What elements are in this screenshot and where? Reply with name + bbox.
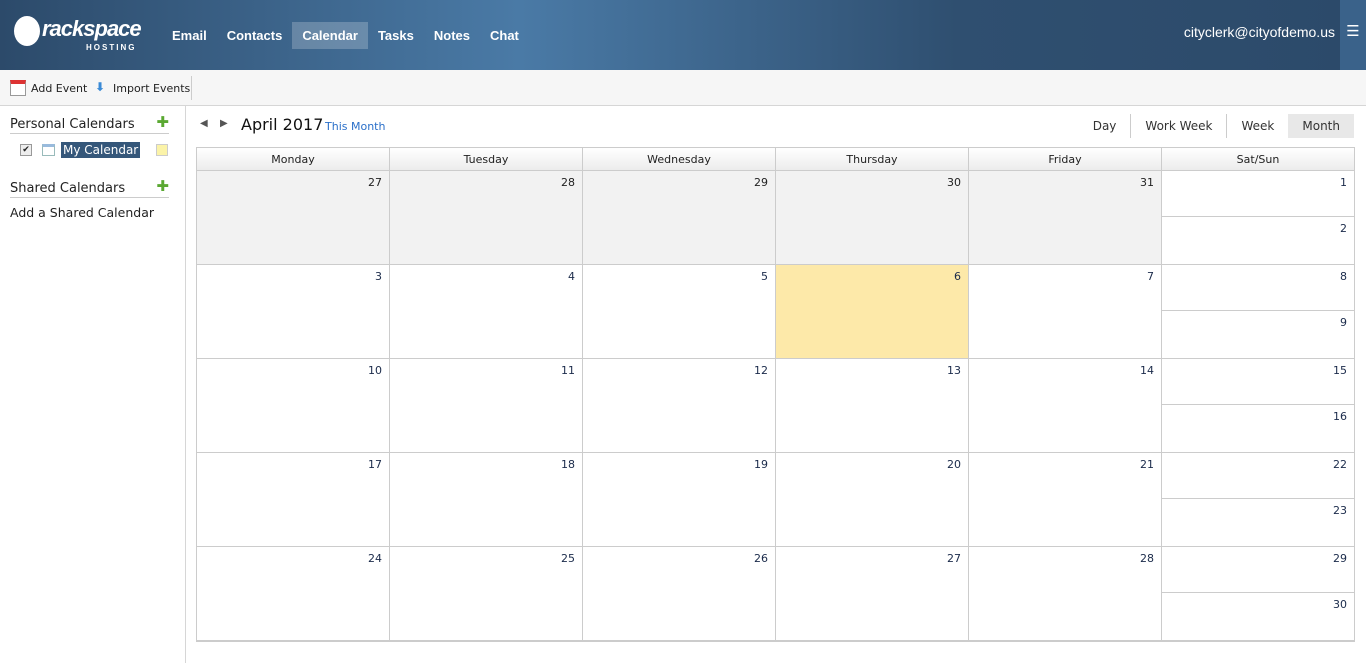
my-calendar-label[interactable]: My Calendar	[61, 142, 141, 158]
weekend-cell-sat[interactable]: 8	[1162, 265, 1355, 311]
this-month-link[interactable]: This Month	[325, 120, 385, 133]
sidebar: Personal Calendars ✚ ✔ My Calendar Share…	[0, 106, 186, 663]
day-cell[interactable]: 6	[776, 265, 969, 359]
day-header: Monday	[197, 148, 390, 171]
weekend-cell-sat[interactable]: 1	[1162, 171, 1355, 217]
weekend-cell-sun[interactable]: 30	[1162, 593, 1355, 641]
nav-calendar[interactable]: Calendar	[292, 22, 368, 49]
day-cell[interactable]: 21	[969, 453, 1162, 547]
personal-calendars-header: Personal Calendars ✚	[10, 113, 169, 134]
shared-calendars-header: Shared Calendars ✚	[10, 177, 169, 198]
day-header: Thursday	[776, 148, 969, 171]
day-cell[interactable]: 29	[583, 171, 776, 265]
weekend-cell-sun[interactable]: 16	[1162, 405, 1355, 453]
view-week[interactable]: Week	[1226, 114, 1288, 138]
calendar-icon	[42, 144, 55, 156]
prev-month-button[interactable]: ◀	[200, 118, 208, 129]
calendar-color-swatch[interactable]	[156, 144, 169, 156]
view-switcher: Day Work Week Week Month	[1079, 114, 1354, 138]
import-events-button[interactable]: ⬇ Import Events	[92, 80, 190, 96]
logo-icon	[14, 16, 40, 46]
day-cell[interactable]: 14	[969, 359, 1162, 453]
main-nav: Email Contacts Calendar Tasks Notes Chat	[162, 22, 529, 49]
top-header: rackspace HOSTING Email Contacts Calenda…	[0, 0, 1366, 70]
nav-notes[interactable]: Notes	[424, 22, 480, 49]
calendar-checkbox[interactable]: ✔	[20, 144, 32, 156]
divider	[191, 76, 192, 100]
weekend-cell-sat[interactable]: 22	[1162, 453, 1355, 499]
month-grid: Monday Tuesday Wednesday Thursday Friday Sat/…	[196, 147, 1355, 642]
day-header: Sat/Sun	[1162, 148, 1355, 171]
day-cell[interactable]: 31	[969, 171, 1162, 265]
weekend-cell-sun[interactable]: 9	[1162, 311, 1355, 359]
view-month[interactable]: Month	[1288, 114, 1354, 138]
day-header: Tuesday	[390, 148, 583, 171]
day-cell[interactable]: 26	[583, 547, 776, 641]
nav-tasks[interactable]: Tasks	[368, 22, 424, 49]
day-header: Wednesday	[583, 148, 776, 171]
day-cell[interactable]: 3	[197, 265, 390, 359]
day-cell[interactable]: 17	[197, 453, 390, 547]
day-cell[interactable]: 24	[197, 547, 390, 641]
day-cell[interactable]: 13	[776, 359, 969, 453]
weekend-cell-sat[interactable]: 15	[1162, 359, 1355, 405]
month-title: April 2017	[241, 115, 324, 134]
nav-chat[interactable]: Chat	[480, 22, 529, 49]
toolbar: Add Event ⬇ Import Events	[0, 70, 1366, 106]
add-event-button[interactable]: Add Event	[10, 80, 87, 96]
day-cell[interactable]: 27	[197, 171, 390, 265]
weekend-cell-sat[interactable]: 29	[1162, 547, 1355, 593]
day-cell[interactable]: 5	[583, 265, 776, 359]
day-cell[interactable]: 20	[776, 453, 969, 547]
calendar-item: ✔ My Calendar	[20, 142, 169, 158]
day-cell[interactable]: 27	[776, 547, 969, 641]
calendar-add-icon	[10, 80, 26, 96]
add-shared-calendar-link[interactable]: Add a Shared Calendar	[10, 205, 154, 220]
day-header: Friday	[969, 148, 1162, 171]
day-cell[interactable]: 18	[390, 453, 583, 547]
nav-contacts[interactable]: Contacts	[217, 22, 293, 49]
weekend-cell-sun[interactable]: 23	[1162, 499, 1355, 547]
day-cell[interactable]: 28	[390, 171, 583, 265]
view-work-week[interactable]: Work Week	[1130, 114, 1226, 138]
nav-email[interactable]: Email	[162, 22, 217, 49]
weekend-cell-sun[interactable]: 2	[1162, 217, 1355, 265]
next-month-button[interactable]: ▶	[220, 118, 228, 129]
day-cell[interactable]: 30	[776, 171, 969, 265]
user-email[interactable]: cityclerk@cityofdemo.us	[1184, 24, 1335, 40]
add-shared-calendar-icon[interactable]: ✚	[156, 177, 169, 195]
hamburger-menu-icon[interactable]: ☰	[1340, 0, 1366, 70]
day-cell[interactable]: 11	[390, 359, 583, 453]
view-day[interactable]: Day	[1079, 114, 1131, 138]
day-cell[interactable]: 10	[197, 359, 390, 453]
day-cell[interactable]: 28	[969, 547, 1162, 641]
day-cell[interactable]: 7	[969, 265, 1162, 359]
add-personal-calendar-icon[interactable]: ✚	[156, 113, 169, 131]
day-cell[interactable]: 4	[390, 265, 583, 359]
day-cell[interactable]: 25	[390, 547, 583, 641]
day-cell[interactable]: 12	[583, 359, 776, 453]
day-cell[interactable]: 19	[583, 453, 776, 547]
download-icon: ⬇	[94, 80, 106, 94]
